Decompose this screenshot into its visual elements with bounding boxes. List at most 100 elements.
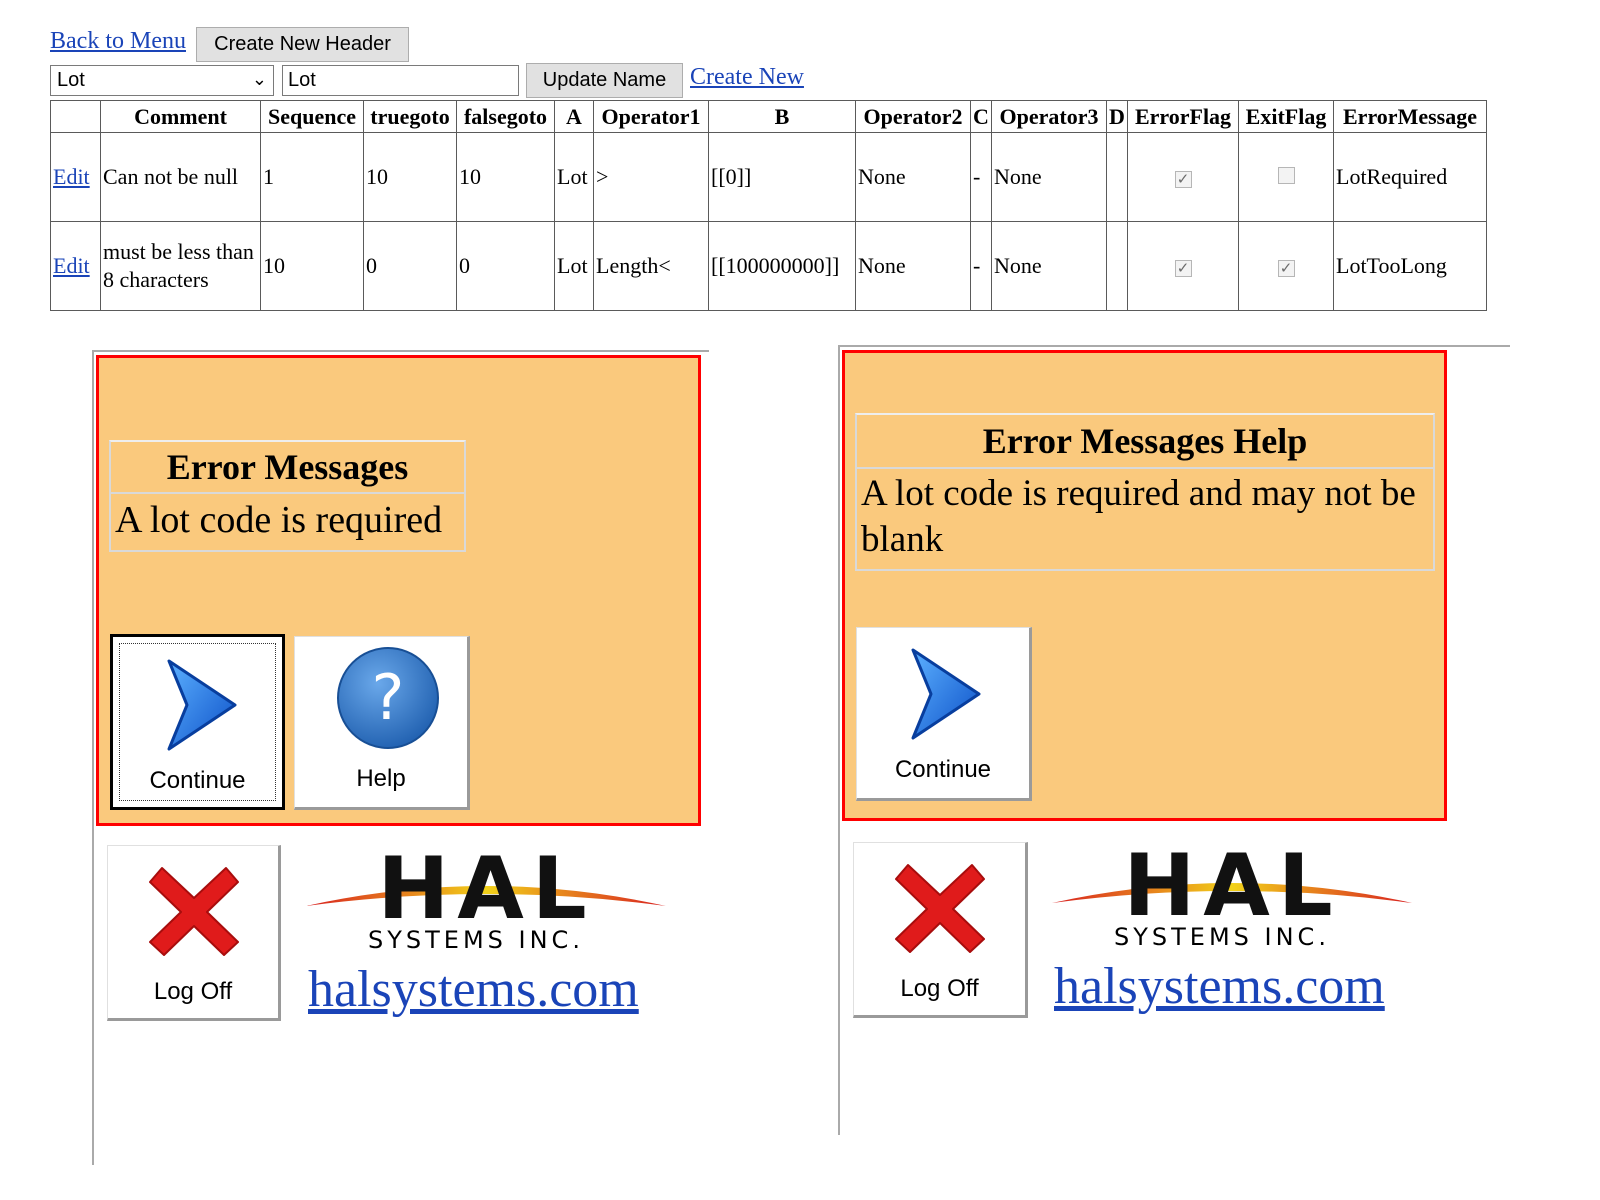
a-cell: Lot xyxy=(554,221,594,311)
create-new-header-button[interactable]: Create New Header xyxy=(196,27,409,62)
red-x-icon xyxy=(149,867,239,956)
column-header: A xyxy=(554,100,594,133)
column-header: truegoto xyxy=(363,100,457,133)
company-tagline: SYSTEMS INC. xyxy=(1114,923,1330,951)
continue-label: Continue xyxy=(149,767,246,794)
header-name-input[interactable]: Lot xyxy=(282,65,519,96)
column-header-edit xyxy=(50,100,101,133)
truegoto-cell: 10 xyxy=(363,132,457,222)
hal-logo: HAL SYSTEMS INC. xyxy=(306,846,666,956)
log-off-label: Log Off xyxy=(153,978,233,1005)
chevron-down-icon: ⌄ xyxy=(251,69,267,89)
chevron-right-icon xyxy=(167,659,237,751)
create-new-link[interactable]: Create New xyxy=(690,64,804,91)
red-x-icon xyxy=(895,864,985,953)
column-header: Sequence xyxy=(260,100,364,133)
edit-cell: Edit xyxy=(50,221,101,311)
hal-logo-letters: HAL xyxy=(377,846,594,926)
error-help-message-text: A lot code is required and may not be bl… xyxy=(861,473,1416,560)
company-website-link[interactable]: halsystems.com xyxy=(308,960,639,1019)
error-message-text: A lot code is required xyxy=(115,499,443,541)
c-cell: - xyxy=(970,132,992,222)
log-off-button[interactable]: Log Off xyxy=(107,845,281,1021)
column-header: Comment xyxy=(100,100,261,133)
column-header: D xyxy=(1106,100,1128,133)
exit-flag-checkbox[interactable] xyxy=(1277,167,1295,184)
c-cell: - xyxy=(970,221,992,311)
operator2-cell: None xyxy=(855,221,971,311)
operator2-cell: None xyxy=(855,132,971,222)
column-header: ErrorFlag xyxy=(1127,100,1239,133)
header-name-value: Lot xyxy=(288,69,316,91)
table-row: Edit Can not be null 1 10 10 Lot > [[0]]… xyxy=(50,132,1487,222)
exit-flag-cell: ✓ xyxy=(1238,221,1334,311)
continue-button[interactable]: Continue xyxy=(856,627,1032,801)
update-name-button[interactable]: Update Name xyxy=(526,63,683,98)
hal-logo-graphic: HAL xyxy=(1052,843,1412,923)
header-select[interactable]: Lot ⌄ xyxy=(50,65,274,96)
b-cell: [[100000000]] xyxy=(708,221,856,311)
error-messages-panel: Error Messages A lot code is required Co… xyxy=(96,355,701,826)
log-off-button[interactable]: Log Off xyxy=(853,842,1028,1018)
question-mark-icon: ? xyxy=(337,647,439,749)
column-header: Operator1 xyxy=(593,100,709,133)
column-header: ErrorMessage xyxy=(1333,100,1487,133)
sequence-cell: 1 xyxy=(260,132,364,222)
edit-link[interactable]: Edit xyxy=(53,253,90,278)
error-messages-box: Error Messages A lot code is required xyxy=(109,440,466,552)
b-cell: [[0]] xyxy=(708,132,856,222)
column-header: falsegoto xyxy=(456,100,555,133)
back-to-menu-link[interactable]: Back to Menu xyxy=(50,28,186,55)
continue-button[interactable]: Continue xyxy=(110,634,285,810)
hal-logo: HAL SYSTEMS INC. xyxy=(1052,843,1412,953)
column-header: Operator3 xyxy=(991,100,1107,133)
operator1-cell: > xyxy=(593,132,709,222)
d-cell xyxy=(1106,132,1128,222)
error-messages-help-panel: Error Messages Help A lot code is requir… xyxy=(842,350,1447,821)
chevron-right-icon xyxy=(911,648,981,740)
edit-link[interactable]: Edit xyxy=(53,164,90,189)
truegoto-cell: 0 xyxy=(363,221,457,311)
exit-flag-cell xyxy=(1238,132,1334,222)
sequence-cell: 10 xyxy=(260,221,364,311)
table-row: Edit must be less than 8 characters 10 0… xyxy=(50,221,1487,311)
column-header: B xyxy=(708,100,856,133)
operator3-cell: None xyxy=(991,221,1107,311)
comment-cell: must be less than 8 characters xyxy=(100,221,261,311)
falsegoto-cell: 10 xyxy=(456,132,555,222)
rules-table: Comment Sequence truegoto falsegoto A Op… xyxy=(50,100,1487,311)
svg-text:?: ? xyxy=(372,661,405,734)
error-message-cell: LotTooLong xyxy=(1333,221,1487,311)
comment-cell: Can not be null xyxy=(100,132,261,222)
error-flag-checkbox[interactable]: ✓ xyxy=(1174,260,1192,277)
error-messages-title: Error Messages xyxy=(111,442,464,494)
log-off-label: Log Off xyxy=(900,975,979,1002)
right-frame-top-edge xyxy=(838,345,1510,347)
header-select-value: Lot xyxy=(57,69,85,91)
error-flag-cell: ✓ xyxy=(1127,221,1239,311)
operator1-cell: Length< xyxy=(593,221,709,311)
error-message-cell: LotRequired xyxy=(1333,132,1487,222)
operator3-cell: None xyxy=(991,132,1107,222)
hal-logo-letters: HAL xyxy=(1123,843,1340,923)
exit-flag-checkbox[interactable]: ✓ xyxy=(1277,260,1295,277)
column-header: C xyxy=(970,100,992,133)
error-flag-checkbox[interactable]: ✓ xyxy=(1174,171,1192,188)
hal-logo-graphic: HAL xyxy=(306,846,666,926)
error-messages-help-box: Error Messages Help A lot code is requir… xyxy=(855,413,1435,571)
left-frame-top-edge xyxy=(92,350,709,352)
a-cell: Lot xyxy=(554,132,594,222)
d-cell xyxy=(1106,221,1128,311)
help-button[interactable]: ? Help xyxy=(294,636,470,810)
company-tagline: SYSTEMS INC. xyxy=(368,926,584,954)
falsegoto-cell: 0 xyxy=(456,221,555,311)
help-label: Help xyxy=(356,765,406,792)
left-frame-edge xyxy=(92,350,94,1165)
table-header-row: Comment Sequence truegoto falsegoto A Op… xyxy=(50,100,1487,133)
column-header: Operator2 xyxy=(855,100,971,133)
continue-label: Continue xyxy=(894,756,992,783)
error-flag-cell: ✓ xyxy=(1127,132,1239,222)
right-frame-edge xyxy=(838,345,840,1135)
error-messages-help-title: Error Messages Help xyxy=(857,415,1433,469)
company-website-link[interactable]: halsystems.com xyxy=(1054,957,1385,1016)
